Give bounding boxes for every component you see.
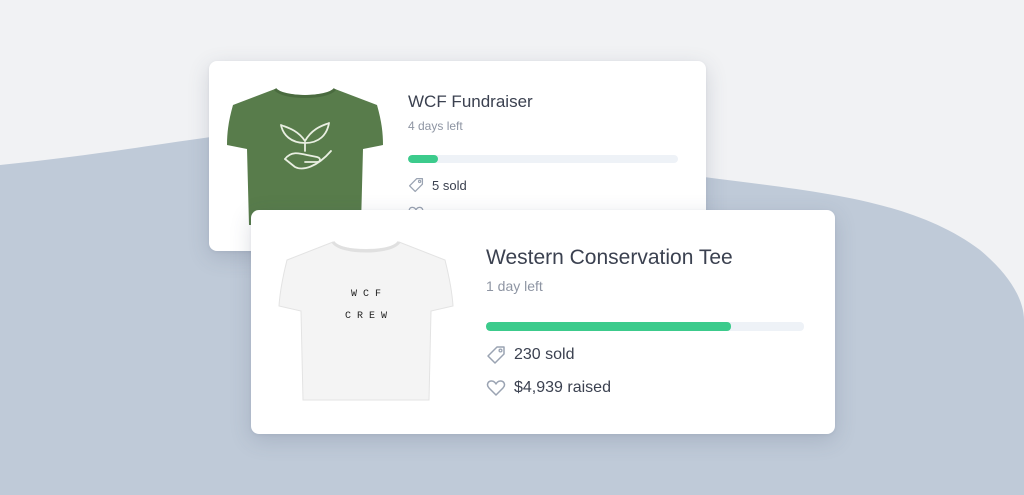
sold-count: 230 sold: [514, 346, 575, 363]
shirt-print-line-2: C R E W: [345, 311, 387, 322]
sold-count: 5 sold: [432, 177, 467, 193]
time-left: 4 days left: [408, 119, 463, 133]
progress-fill: [486, 322, 731, 331]
campaign-title[interactable]: WCF Fundraiser: [408, 92, 533, 112]
progress-bar: [486, 322, 804, 331]
raised-amount: $4,939 raised: [514, 379, 611, 396]
heart-icon: [486, 380, 506, 396]
tag-icon: [487, 346, 505, 364]
sold-stat: 230 sold: [486, 345, 575, 365]
campaign-title[interactable]: Western Conservation Tee: [486, 246, 733, 270]
raised-stat: $4,939 raised: [486, 378, 611, 398]
progress-fill: [408, 155, 438, 163]
progress-bar: [408, 155, 678, 163]
shirt-print-line-1: W C F: [351, 289, 381, 300]
tag-icon: [408, 177, 424, 193]
white-tshirt-image: W C F C R E W: [278, 240, 454, 401]
green-tshirt-image: [227, 87, 383, 225]
sold-stat: 5 sold: [408, 177, 467, 193]
time-left: 1 day left: [486, 278, 543, 294]
campaign-card-western-conservation-tee[interactable]: W C F C R E W Western Conservation Tee 1…: [251, 210, 835, 434]
